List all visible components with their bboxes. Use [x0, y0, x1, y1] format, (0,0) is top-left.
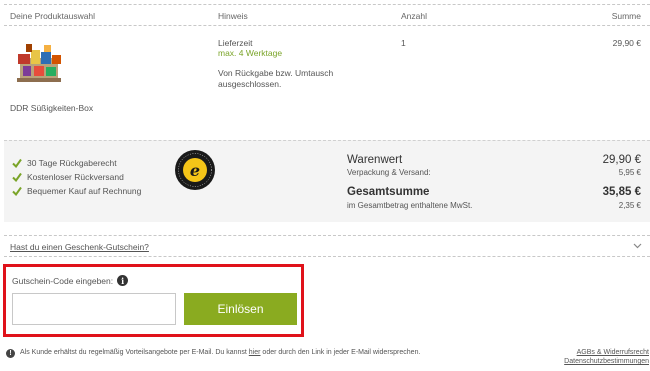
- chevron-down-icon[interactable]: [633, 241, 642, 250]
- order-summary: 30 Tage Rückgaberecht Kostenloser Rückve…: [4, 140, 650, 222]
- header-sum: Summe: [611, 11, 641, 21]
- vat-label: im Gesamtbetrag enthaltene MwSt.: [347, 201, 473, 210]
- consent-text: Als Kunde erhältst du regelmäßig Vorteil…: [20, 348, 420, 358]
- privacy-link[interactable]: Datenschutzbestimmungen: [564, 357, 649, 366]
- gift-voucher-link[interactable]: Hast du einen Geschenk-Gutschein?: [10, 242, 149, 252]
- benefit-item: Kostenloser Rückversand: [12, 170, 141, 184]
- check-icon: [12, 172, 22, 182]
- header-product: Deine Produktauswahl: [10, 11, 96, 21]
- goods-value: 29,90 €: [602, 154, 641, 166]
- cart-item-row: DDR Süßigkeiten-Box Lieferzeit max. 4 We…: [4, 26, 650, 140]
- gift-voucher-toggle[interactable]: Hast du einen Geschenk-Gutschein?: [4, 235, 650, 257]
- check-icon: [12, 186, 22, 196]
- unsubscribe-link[interactable]: hier: [249, 349, 261, 356]
- cart-table-header: Deine Produktauswahl Hinweis Anzahl Summ…: [4, 4, 650, 26]
- vat-value: 2,35 €: [618, 201, 641, 210]
- benefit-item: Bequemer Kauf auf Rechnung: [12, 184, 141, 198]
- product-price: 29,90 €: [612, 38, 641, 48]
- trusted-shops-badge[interactable]: e: [174, 149, 216, 191]
- info-icon[interactable]: i: [117, 275, 129, 286]
- header-quantity: Anzahl: [401, 11, 427, 21]
- product-image[interactable]: [14, 40, 64, 86]
- consent-text-after: oder durch den Link in jeder E-Mail wide…: [260, 349, 421, 356]
- return-note: Von Rückgabe bzw. Umtausch ausgeschlosse…: [218, 68, 334, 89]
- agb-link[interactable]: AGBs & Widerrufsrecht: [564, 348, 649, 357]
- goods-value-label: Warenwert: [347, 154, 403, 166]
- email-consent-note: ! Als Kunde erhältst du regelmäßig Vorte…: [6, 348, 426, 358]
- coupon-label-text: Gutschein-Code eingeben:: [12, 275, 114, 286]
- delivery-value: max. 4 Werktage: [218, 48, 283, 58]
- alert-icon: !: [6, 349, 15, 358]
- coupon-section: Gutschein-Code eingeben: i Einlösen: [3, 264, 304, 337]
- benefits-list: 30 Tage Rückgaberecht Kostenloser Rückve…: [12, 156, 141, 198]
- footer-links: AGBs & Widerrufsrecht Datenschutzbestimm…: [564, 348, 649, 366]
- consent-text-before: Als Kunde erhältst du regelmäßig Vorteil…: [20, 349, 249, 356]
- benefit-label: Bequemer Kauf auf Rechnung: [27, 186, 142, 196]
- coupon-code-input[interactable]: [12, 293, 176, 325]
- product-name[interactable]: DDR Süßigkeiten-Box: [10, 103, 93, 113]
- total-label: Gesamtsumme: [347, 186, 430, 198]
- header-hint: Hinweis: [218, 11, 248, 21]
- redeem-button[interactable]: Einlösen: [184, 293, 297, 325]
- delivery-label: Lieferzeit: [218, 38, 253, 48]
- total-value: 35,85 €: [602, 186, 641, 198]
- product-quantity: 1: [401, 38, 406, 48]
- benefit-item: 30 Tage Rückgaberecht: [12, 156, 141, 170]
- shipping-value: 5,95 €: [618, 168, 641, 177]
- benefit-label: Kostenloser Rückversand: [27, 172, 124, 182]
- benefit-label: 30 Tage Rückgaberecht: [27, 158, 117, 168]
- coupon-label: Gutschein-Code eingeben: i: [12, 275, 129, 286]
- check-icon: [12, 158, 22, 168]
- svg-text:e: e: [190, 161, 200, 180]
- shipping-label: Verpackung & Versand:: [347, 168, 431, 177]
